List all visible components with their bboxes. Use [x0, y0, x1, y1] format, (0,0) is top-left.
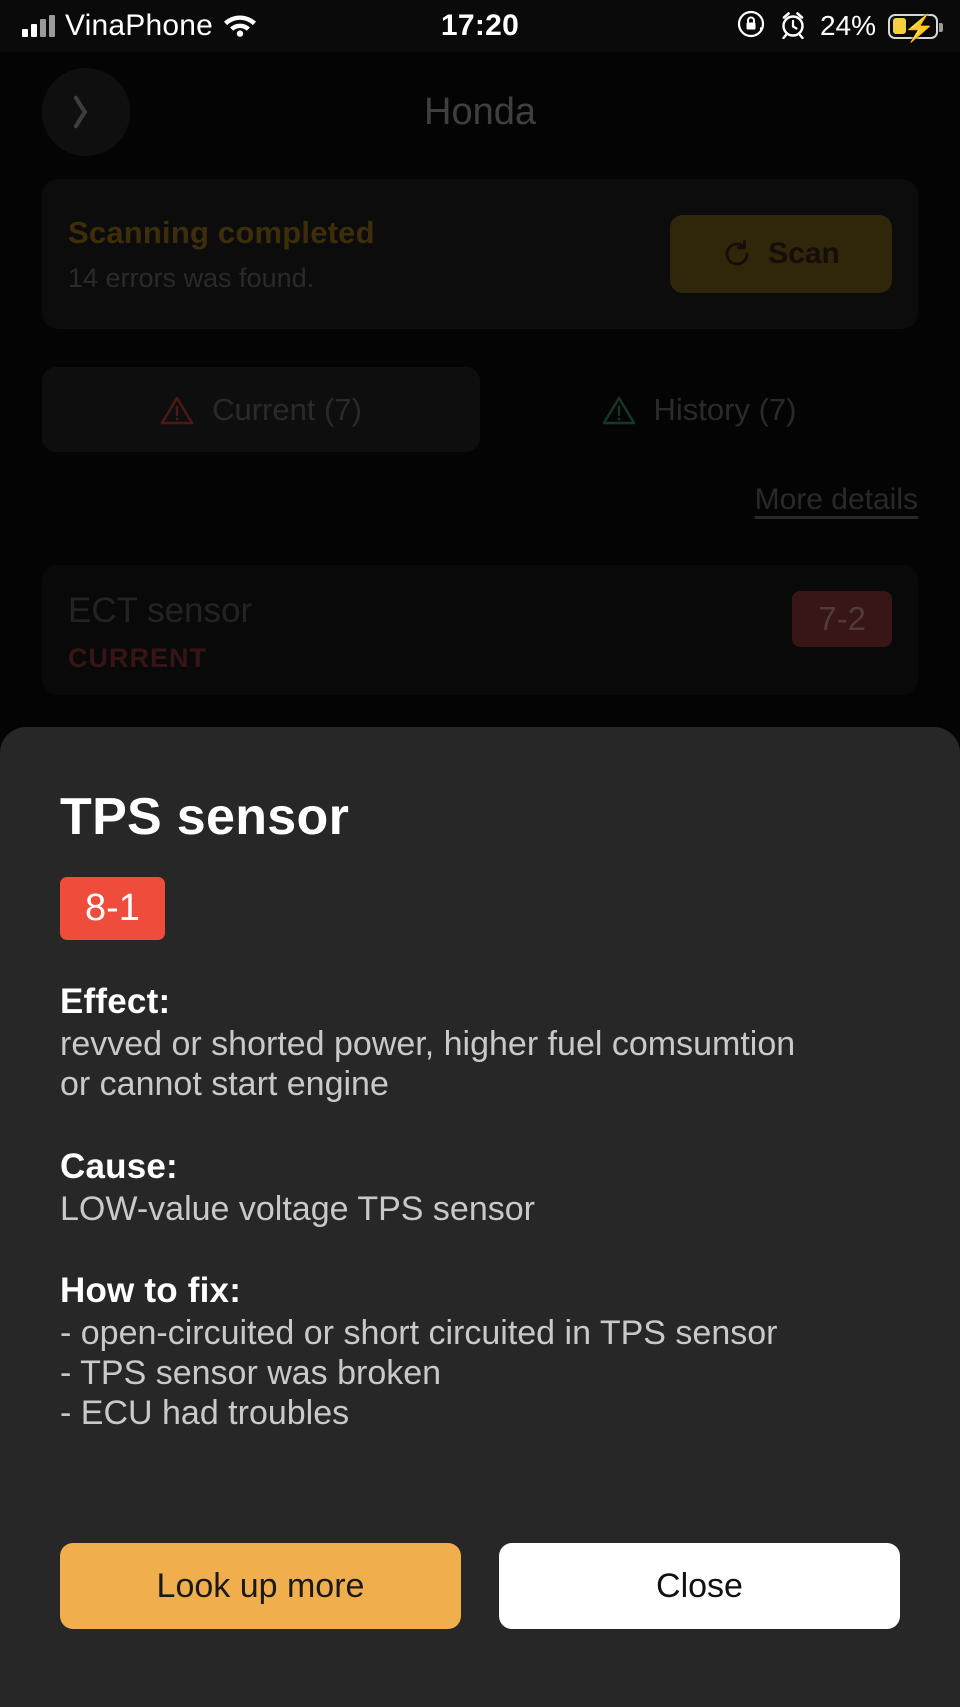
section-effect-line: or cannot start engine: [60, 1064, 389, 1103]
status-bar-right: 24% ⚡: [736, 9, 943, 44]
section-how-to-fix-line: - open-circuited or short circuited in T…: [60, 1314, 778, 1353]
sheet-title: TPS sensor: [60, 788, 350, 846]
battery-percent-label: 24%: [819, 10, 876, 41]
section-effect-heading: Effect:: [60, 982, 171, 1021]
sheet-code-badge: 8-1: [60, 877, 165, 940]
section-how-to-fix-body: - open-circuited or short circuited in T…: [60, 1314, 900, 1433]
section-cause-line: LOW-value voltage TPS sensor: [60, 1189, 535, 1228]
section-cause-body: LOW-value voltage TPS sensor: [60, 1190, 900, 1230]
section-how-to-fix-heading: How to fix:: [60, 1271, 242, 1311]
battery-charging-icon: ⚡: [888, 13, 943, 42]
section-how-to-fix: How to fix: - open-circuited or short ci…: [60, 1271, 900, 1433]
status-bar: VinaPhone 17:20 24% ⚡: [0, 0, 960, 52]
look-up-more-button[interactable]: Look up more: [60, 1543, 461, 1629]
section-effect-line: revved or shorted power, higher fuel com…: [60, 1025, 796, 1063]
section-how-to-fix-line: - ECU had troubles: [60, 1393, 350, 1432]
section-effect: Effect: revved or shorted power, higher …: [60, 982, 900, 1105]
close-button[interactable]: Close: [499, 1543, 900, 1629]
alarm-clock-icon: [778, 9, 808, 44]
rotation-lock-icon: [736, 9, 766, 44]
detail-bottom-sheet: TPS sensor 8-1 Effect: revved or shorted…: [0, 727, 960, 1707]
section-cause: Cause: LOW-value voltage TPS sensor: [60, 1147, 900, 1230]
sheet-action-bar: Look up more Close: [60, 1543, 900, 1629]
section-cause-heading: Cause:: [60, 1146, 178, 1186]
section-how-to-fix-line: - TPS sensor was broken: [60, 1354, 442, 1393]
section-effect-body: revved or shorted power, higher fuel com…: [60, 1025, 900, 1105]
app-screen: VinaPhone 17:20 24% ⚡ TPS sensor 8-1 Eff…: [0, 0, 960, 1707]
